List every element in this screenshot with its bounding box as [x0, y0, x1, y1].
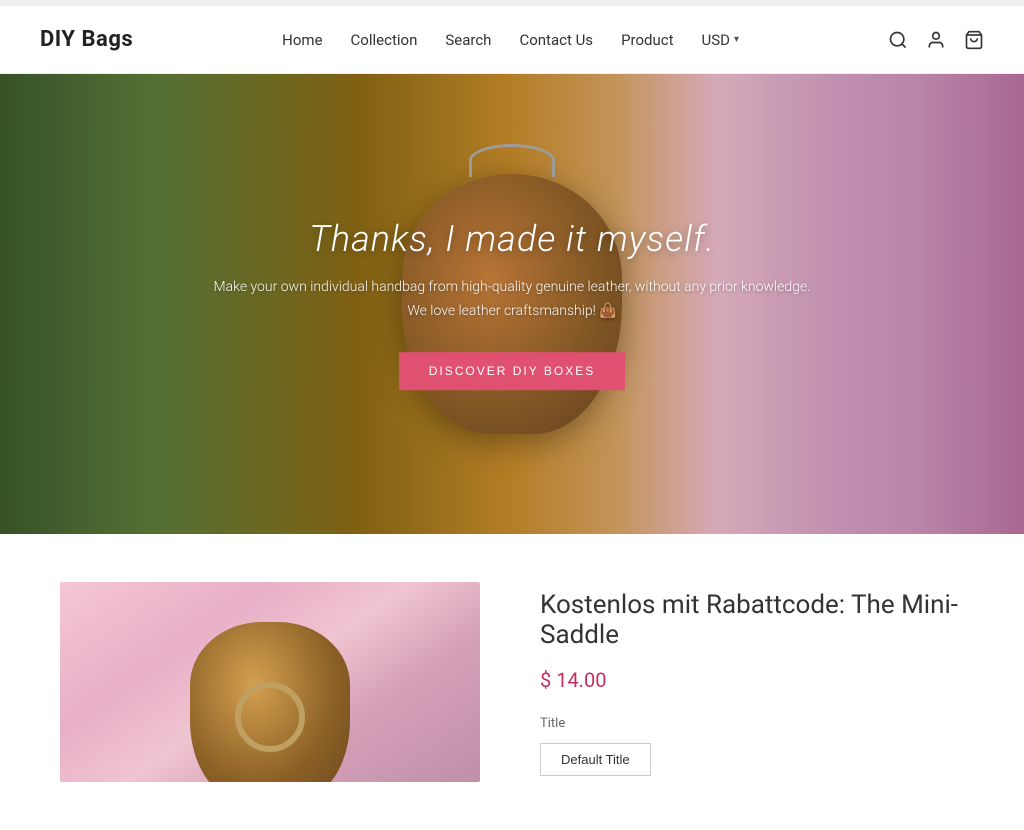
hero-subtitle: Make your own individual handbag from hi… [212, 276, 812, 324]
search-icon[interactable] [888, 30, 908, 50]
hero-cta-button[interactable]: DISCOVER DIY BOXES [399, 352, 625, 390]
hero-content: Thanks, I made it myself. Make your own … [212, 218, 812, 390]
nav-item-home[interactable]: Home [282, 31, 322, 49]
nav-item-search[interactable]: Search [445, 31, 491, 49]
product-info: Kostenlos mit Rabattcode: The Mini-Saddl… [540, 582, 964, 776]
site-logo[interactable]: DIY Bags [40, 27, 133, 52]
chevron-down-icon: ▾ [734, 34, 739, 45]
product-option-label: Title [540, 716, 964, 731]
product-bag-ring [235, 682, 305, 752]
site-header: DIY Bags Home Collection Search Contact … [0, 6, 1024, 74]
cart-icon[interactable] [964, 30, 984, 50]
product-image [60, 582, 480, 782]
hero-subtitle-line1: Make your own individual handbag from hi… [213, 279, 810, 295]
nav-item-product[interactable]: Product [621, 31, 673, 49]
hero-title: Thanks, I made it myself. [212, 218, 812, 260]
currency-label: USD [702, 31, 730, 49]
account-icon[interactable] [926, 30, 946, 50]
hero-section: Thanks, I made it myself. Make your own … [0, 74, 1024, 534]
product-section: Kostenlos mit Rabattcode: The Mini-Saddl… [0, 534, 1024, 830]
product-title: Kostenlos mit Rabattcode: The Mini-Saddl… [540, 590, 964, 650]
nav-item-contact-us[interactable]: Contact Us [519, 31, 593, 49]
product-price: $ 14.00 [540, 668, 964, 692]
header-icons [888, 30, 984, 50]
main-nav: Home Collection Search Contact Us Produc… [282, 31, 739, 49]
nav-item-collection[interactable]: Collection [351, 31, 418, 49]
hero-subtitle-line2: We love leather craftsmanship! 👜 [407, 303, 616, 319]
currency-selector[interactable]: USD ▾ [702, 31, 740, 49]
product-default-title-button[interactable]: Default Title [540, 743, 651, 776]
